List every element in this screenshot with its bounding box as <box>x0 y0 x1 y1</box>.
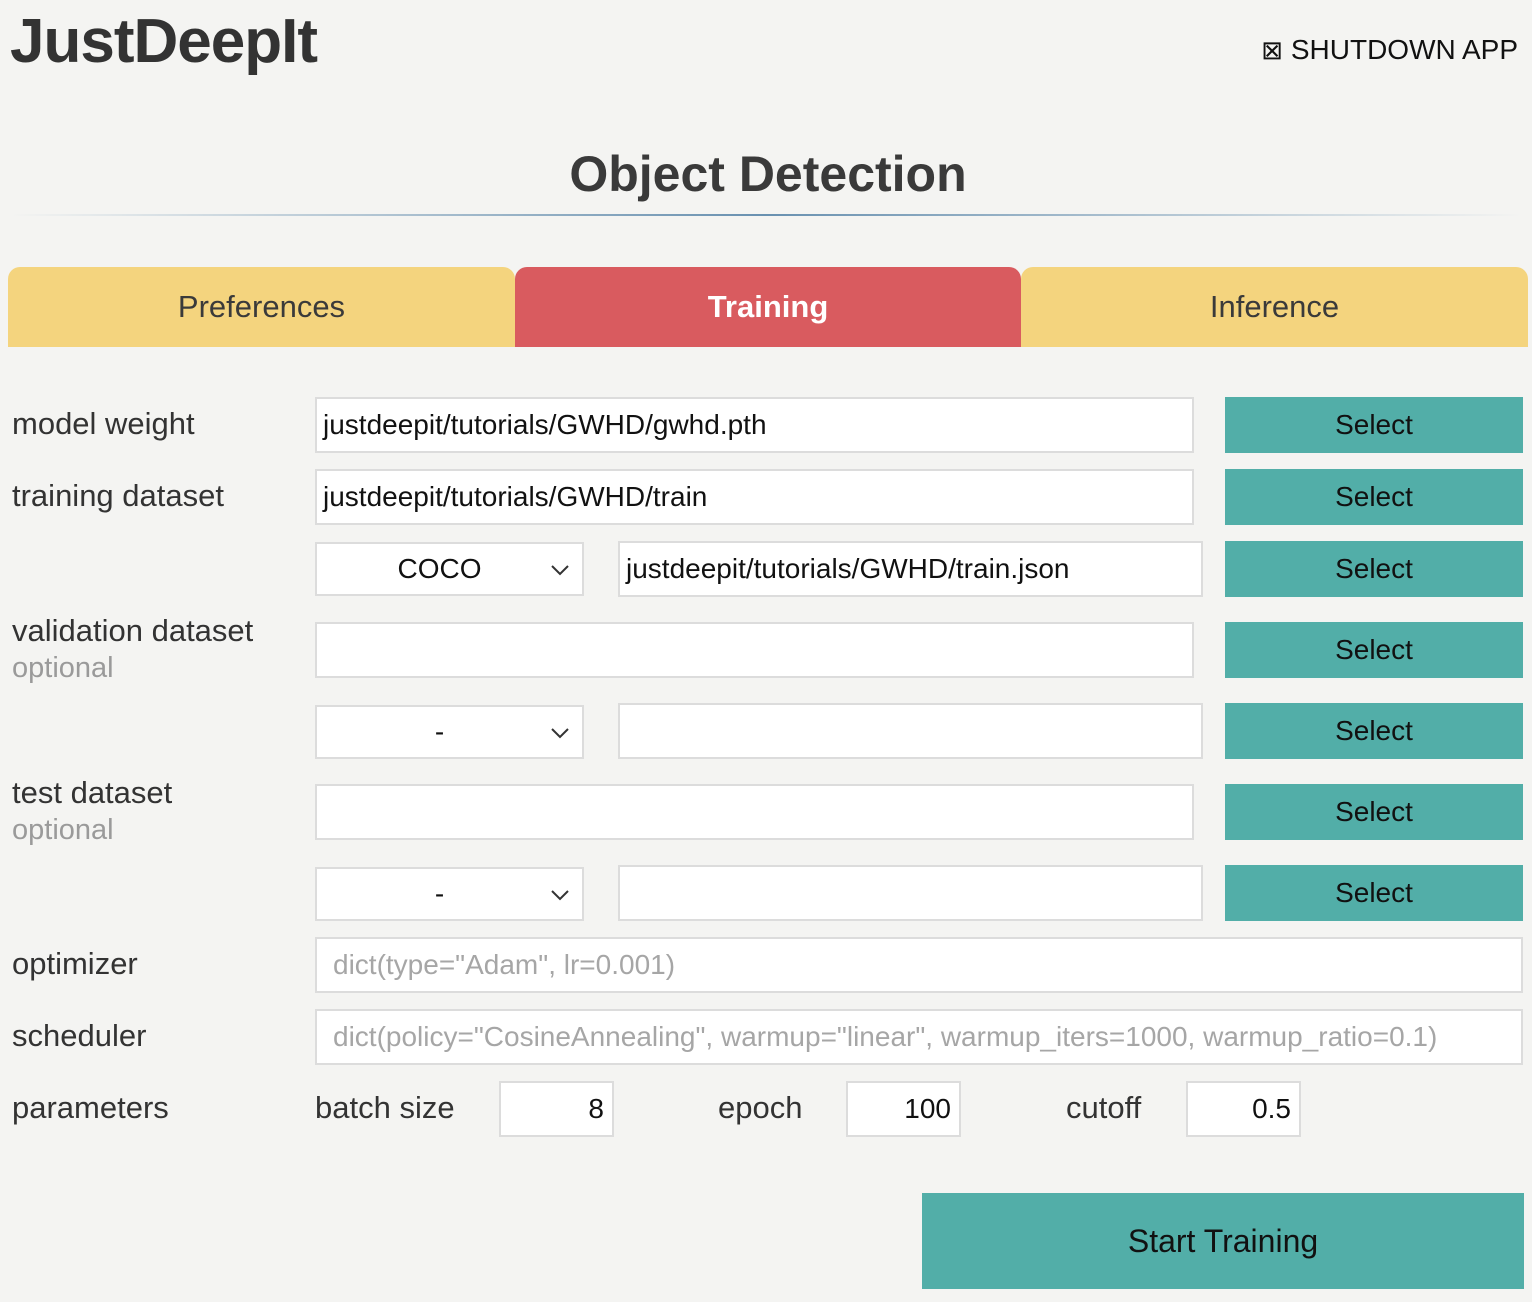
test-annotation-select-button[interactable]: Select <box>1225 865 1523 921</box>
validation-format-value: - <box>434 716 445 747</box>
optimizer-label: optimizer <box>12 946 138 981</box>
title-divider <box>10 214 1522 216</box>
test-annotation-input[interactable] <box>618 865 1203 921</box>
cutoff-label: cutoff <box>1066 1090 1142 1125</box>
validation-images-select-button[interactable]: Select <box>1225 622 1523 678</box>
tab-inference[interactable]: Inference <box>1021 267 1528 347</box>
validation-annotation-input[interactable] <box>618 703 1203 759</box>
training-dataset-label: training dataset <box>12 478 224 513</box>
epoch-input[interactable]: 100 <box>846 1081 961 1137</box>
validation-annotation-select-button[interactable]: Select <box>1225 703 1523 759</box>
model-weight-select-button[interactable]: Select <box>1225 397 1523 453</box>
test-images-input[interactable] <box>315 784 1194 840</box>
chevron-down-icon <box>551 565 569 576</box>
parameters-label: parameters <box>12 1090 169 1125</box>
shutdown-label: SHUTDOWN APP <box>1290 34 1518 65</box>
test-dataset-label: test dataset <box>12 775 173 810</box>
test-format-select[interactable]: - <box>315 867 584 921</box>
scheduler-label: scheduler <box>12 1018 147 1053</box>
shutdown-app-button[interactable]: ⊠ SHUTDOWN APP <box>1261 34 1518 66</box>
cutoff-input[interactable]: 0.5 <box>1186 1081 1301 1137</box>
training-annotation-select-button[interactable]: Select <box>1225 541 1523 597</box>
tab-training[interactable]: Training <box>515 267 1021 347</box>
tab-preferences[interactable]: Preferences <box>8 267 515 347</box>
test-format-value: - <box>434 878 445 909</box>
close-box-icon: ⊠ <box>1261 34 1283 65</box>
app-title: JustDeepIt <box>10 7 318 76</box>
model-weight-label: model weight <box>12 406 195 441</box>
validation-optional-label: optional <box>12 652 114 684</box>
training-annotation-input[interactable]: justdeepit/tutorials/GWHD/train.json <box>618 541 1203 597</box>
model-weight-input[interactable]: justdeepit/tutorials/GWHD/gwhd.pth <box>315 397 1194 453</box>
batch-size-label: batch size <box>315 1090 455 1125</box>
validation-format-select[interactable]: - <box>315 705 584 759</box>
validation-dataset-label: validation dataset <box>12 613 254 648</box>
training-format-select[interactable]: COCO <box>315 542 584 596</box>
chevron-down-icon <box>551 890 569 901</box>
test-images-select-button[interactable]: Select <box>1225 784 1523 840</box>
start-training-button[interactable]: Start Training <box>922 1193 1524 1289</box>
page-title: Object Detection <box>569 146 967 202</box>
batch-size-input[interactable]: 8 <box>499 1081 614 1137</box>
optimizer-input[interactable]: dict(type="Adam", lr=0.001) <box>315 937 1523 993</box>
chevron-down-icon <box>551 728 569 739</box>
validation-images-input[interactable] <box>315 622 1194 678</box>
training-format-value: COCO <box>397 553 482 584</box>
epoch-label: epoch <box>718 1090 803 1125</box>
training-images-input[interactable]: justdeepit/tutorials/GWHD/train <box>315 469 1194 525</box>
test-optional-label: optional <box>12 814 114 846</box>
scheduler-input[interactable]: dict(policy="CosineAnnealing", warmup="l… <box>315 1009 1523 1065</box>
training-images-select-button[interactable]: Select <box>1225 469 1523 525</box>
